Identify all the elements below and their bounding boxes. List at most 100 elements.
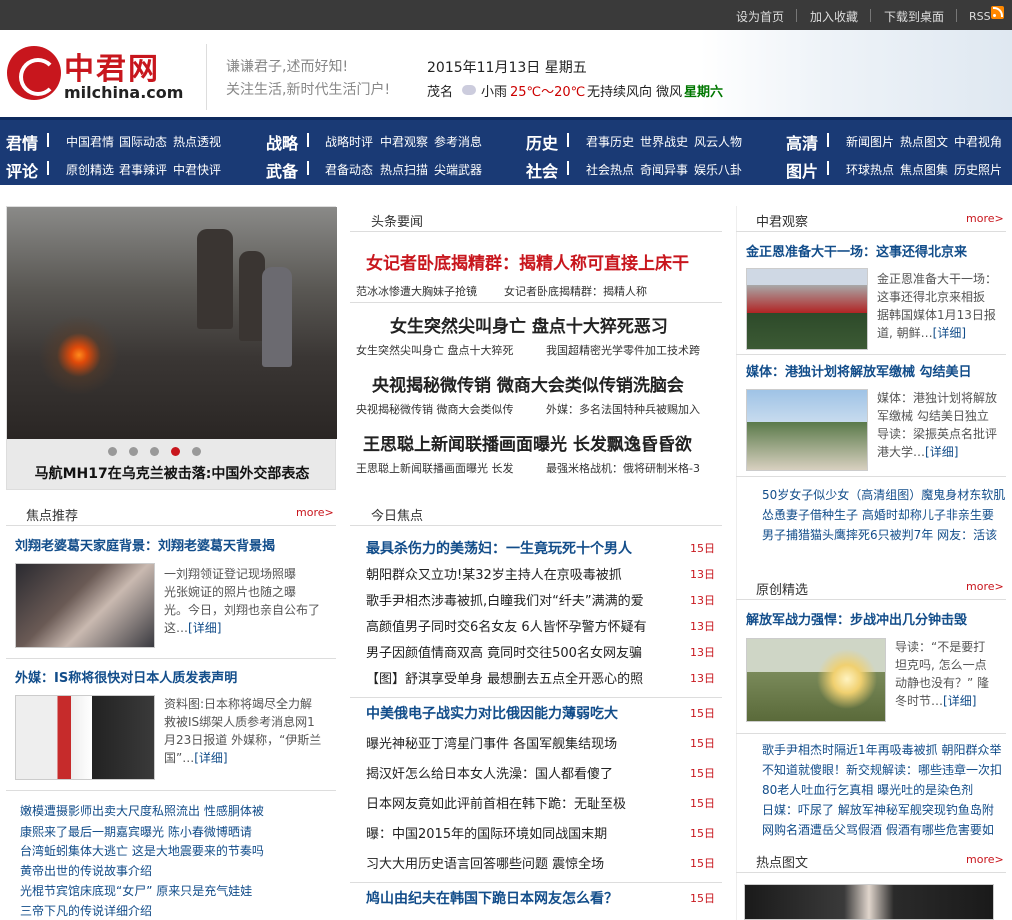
- headline-sub[interactable]: 我国超精密光学零件加工技术跨: [546, 342, 700, 358]
- slide-dot[interactable]: [108, 447, 117, 456]
- nav-item[interactable]: 参考消息: [434, 133, 482, 150]
- today-item[interactable]: 【图】舒淇享受单身 最想删去五点全开恶心的照: [366, 668, 722, 687]
- headline-sub[interactable]: 最强米格战机：俄将研制米格-3: [546, 460, 700, 476]
- nav-item[interactable]: 君备动态: [325, 161, 373, 178]
- nav-item[interactable]: 风云人物: [694, 133, 742, 150]
- story-thumbnail[interactable]: [15, 563, 155, 648]
- nav-item[interactable]: 社会热点: [586, 161, 634, 178]
- slide-dot[interactable]: [129, 447, 138, 456]
- logo-dragon-icon[interactable]: [7, 46, 61, 100]
- nav-head-row2-0[interactable]: 评论: [6, 158, 38, 182]
- nav-item[interactable]: 娱乐八卦: [694, 161, 742, 178]
- hotpic-image[interactable]: [744, 884, 994, 920]
- detail-link[interactable]: [详细]: [194, 751, 227, 765]
- observe-story-2-title[interactable]: 媒体：港独计划将解放军缴械 勾结美日: [746, 361, 972, 380]
- nav-item[interactable]: 原创精选: [66, 161, 114, 178]
- original-story-1-title[interactable]: 解放军战力强悍：步战冲出几分钟击毁: [746, 609, 967, 628]
- nav-item[interactable]: 焦点图集: [900, 161, 948, 178]
- focus-link[interactable]: 康熙来了最后一期嘉宾曝光 陈小春微博晒请: [20, 823, 252, 840]
- headline-sub[interactable]: 央视揭秘微传销 微商大会类似传: [356, 401, 514, 417]
- observe-link[interactable]: 男子捕猎猫头鹰摔死6只被判7年 网友：活该: [762, 526, 997, 543]
- headline-main[interactable]: 王思聪上新闻联播画面曝光 长发飘逸昏昏欲: [363, 430, 692, 455]
- focus-story-2-title[interactable]: 外媒：IS称将很快对日本人质发表声明: [15, 667, 237, 686]
- headline-sub[interactable]: 女生突然尖叫身亡 盘点十大猝死: [356, 342, 514, 358]
- site-logo[interactable]: 中君网: [64, 44, 160, 88]
- story-thumbnail[interactable]: [746, 389, 868, 471]
- original-link[interactable]: 日媒：吓尿了 解放军神秘军舰突现钓鱼岛附: [762, 801, 994, 818]
- headline-sub[interactable]: 外媒：多名法国特种兵被赐加入: [546, 401, 700, 417]
- set-homepage-link[interactable]: 设为首页: [736, 8, 784, 25]
- slide-caption[interactable]: 马航MH17在乌克兰被击落:中国外交部表态: [7, 463, 337, 483]
- original-more-link[interactable]: more>: [966, 580, 1004, 593]
- nav-item[interactable]: 尖端武器: [434, 161, 482, 178]
- nav-item[interactable]: 中君快评: [173, 161, 221, 178]
- today-item[interactable]: 习大大用历史语言回答哪些问题 震惊全场: [366, 853, 722, 872]
- original-link[interactable]: 歌手尹相杰时隔近1年再吸毒被抓 朝阳群众举: [762, 741, 1001, 758]
- today-item[interactable]: 朝阳群众又立功!某32岁主持人在京吸毒被抓: [366, 564, 722, 583]
- nav-item[interactable]: 国际动态: [119, 133, 167, 150]
- nav-head-row1-2[interactable]: 历史: [526, 130, 558, 154]
- story-thumbnail[interactable]: [746, 638, 886, 722]
- nav-item[interactable]: 君事辣评: [119, 161, 167, 178]
- nav-item[interactable]: 奇闻异事: [640, 161, 688, 178]
- headline-sub[interactable]: 王思聪上新闻联播画面曝光 长发: [356, 460, 514, 476]
- slide-dot-active[interactable]: [171, 447, 180, 456]
- story-thumbnail[interactable]: [15, 695, 155, 780]
- rss-link[interactable]: RSS: [969, 10, 991, 23]
- focus-more-link[interactable]: more>: [296, 506, 334, 519]
- nav-item[interactable]: 君事历史: [586, 133, 634, 150]
- rss-icon[interactable]: [991, 6, 1004, 19]
- today-item[interactable]: 日本网友竟如此评前首相在韩下跪：无耻至极: [366, 793, 722, 812]
- slide-dot[interactable]: [192, 447, 201, 456]
- nav-item[interactable]: 中君观察: [380, 133, 428, 150]
- today-item[interactable]: 歌手尹相杰涉毒被抓,白瞳我们对“纤夫”满满的爱: [366, 590, 722, 609]
- nav-item[interactable]: 世界战史: [640, 133, 688, 150]
- nav-head-row1-3[interactable]: 高清: [786, 130, 818, 154]
- original-link[interactable]: 80老人吐血行乞真相 曝光吐的是染色剂: [762, 781, 973, 798]
- story-thumbnail[interactable]: [746, 268, 868, 350]
- observe-more-link[interactable]: more>: [966, 212, 1004, 225]
- nav-item[interactable]: 历史照片: [954, 161, 1002, 178]
- today-item[interactable]: 高颜值男子同时交6名女友 6人皆怀孕警方怀疑有: [366, 616, 722, 635]
- original-link[interactable]: 不知道就傻眼！新交规解读：哪些违章一次扣: [762, 761, 1002, 778]
- nav-item[interactable]: 环球热点: [846, 161, 894, 178]
- observe-story-1-title[interactable]: 金正恩准备大干一场：这事还得北京来: [746, 241, 967, 260]
- nav-item[interactable]: 新闻图片: [846, 133, 894, 150]
- detail-link[interactable]: [详细]: [925, 445, 958, 459]
- headline-sub[interactable]: 范冰冰惨遭大胸妹子抢镜: [356, 283, 477, 299]
- nav-head-row1-0[interactable]: 君情: [6, 130, 38, 154]
- observe-link[interactable]: 50岁女子似少女（高清组图）魔鬼身材东软肌: [762, 486, 1005, 503]
- nav-head-row2-1[interactable]: 武备: [266, 158, 298, 182]
- nav-head-row2-2[interactable]: 社会: [526, 158, 558, 182]
- today-lead-item[interactable]: 最具杀伤力的美荡妇：一生竟玩死十个男人: [366, 538, 722, 558]
- detail-link[interactable]: [详细]: [188, 621, 221, 635]
- headline-main[interactable]: 央视揭秘微传销 微商大会类似传销洗脑会: [372, 371, 684, 396]
- nav-item[interactable]: 热点扫描: [380, 161, 428, 178]
- nav-item[interactable]: 中君视角: [954, 133, 1002, 150]
- focus-link[interactable]: 三帝下凡的传说详细介绍: [20, 902, 152, 919]
- focus-story-1-title[interactable]: 刘翔老婆葛天家庭背景：刘翔老婆葛天背景揭: [15, 535, 275, 554]
- nav-item[interactable]: 热点图文: [900, 133, 948, 150]
- detail-link[interactable]: [详细]: [943, 694, 976, 708]
- today-item[interactable]: 男子因颜值情商双高 竟同时交往500名女网友骗: [366, 642, 722, 661]
- today-item[interactable]: 曝：中国2015年的国际环境如同战国末期: [366, 823, 722, 842]
- headline-main[interactable]: 女记者卧底揭精群：揭精人称可直接上床干: [366, 249, 689, 274]
- hotpic-more-link[interactable]: more>: [966, 853, 1004, 866]
- today-lead-item[interactable]: 中美俄电子战实力对比俄因能力薄弱吃大: [366, 703, 722, 723]
- detail-link[interactable]: [详细]: [933, 326, 966, 340]
- focus-link[interactable]: 嫩模遭摄影师出卖大尺度私照流出 性感胴体被: [20, 802, 264, 819]
- headline-sub[interactable]: 女记者卧底揭精群：揭精人称: [504, 283, 647, 299]
- original-link[interactable]: 网购名酒遭岳父骂假酒 假酒有哪些危害要如: [762, 821, 994, 838]
- headline-slider[interactable]: 马航MH17在乌克兰被击落:中国外交部表态: [6, 206, 337, 490]
- headline-main[interactable]: 女生突然尖叫身亡 盘点十大猝死恶习: [390, 312, 668, 337]
- nav-head-row2-3[interactable]: 图片: [786, 158, 818, 182]
- nav-item[interactable]: 中国君情: [66, 133, 114, 150]
- observe-link[interactable]: 怂恿妻子借种生子 高婚时却称儿子非亲生要: [762, 506, 994, 523]
- nav-head-row1-1[interactable]: 战略: [266, 130, 298, 154]
- focus-link[interactable]: 台湾蚯蚓集体大逃亡 这是大地震要来的节奏吗: [20, 842, 264, 859]
- slide-dot[interactable]: [150, 447, 159, 456]
- today-lead-item[interactable]: 鸠山由纪夫在韩国下跪日本网友怎么看？: [366, 888, 722, 908]
- nav-item[interactable]: 战略时评: [325, 133, 373, 150]
- today-item[interactable]: 揭汉奸怎么给日本女人洗澡：国人都看傻了: [366, 763, 722, 782]
- today-item[interactable]: 曝光神秘亚丁湾星门事件 各国军舰集结现场: [366, 733, 722, 752]
